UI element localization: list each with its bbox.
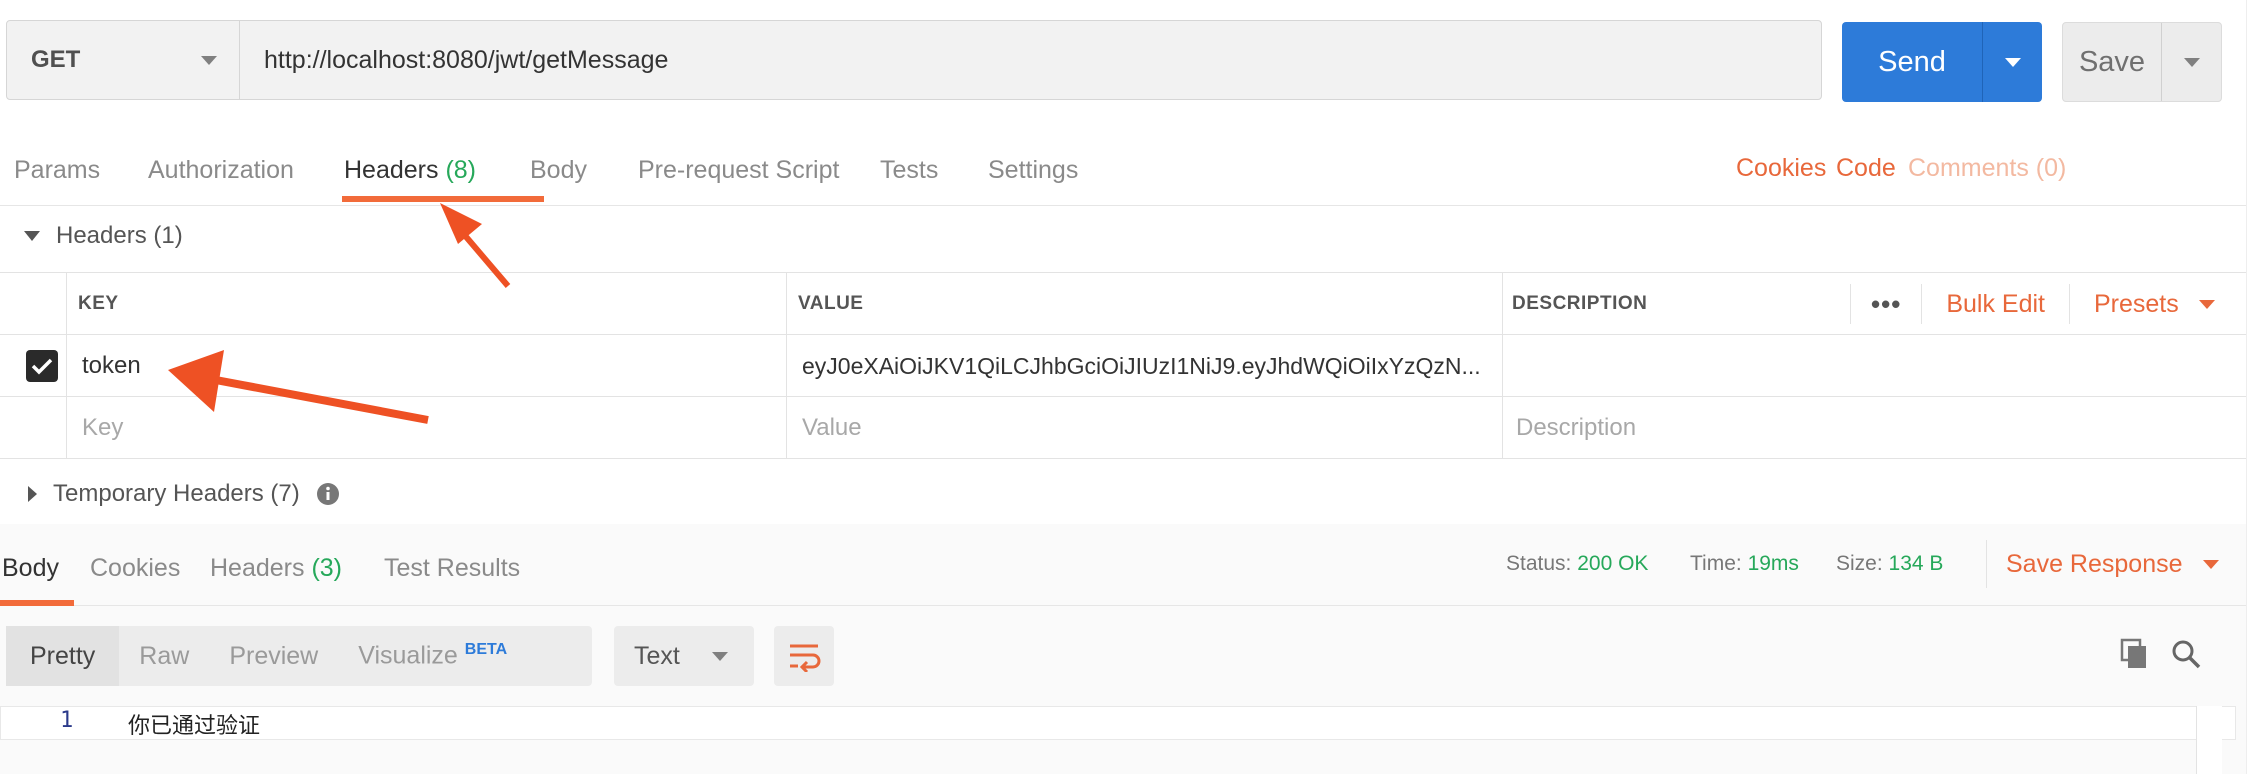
table-row: token eyJ0eXAiOiJKV1QiLCJhbGciOiJIUzI1Ni… [0,335,2250,397]
tab-headers[interactable]: Headers (8) [344,130,476,206]
format-label: Text [634,641,680,670]
header-key-cell[interactable]: token [70,335,141,397]
save-dropdown-button[interactable] [2161,23,2221,101]
chevron-down-icon [712,651,728,661]
column-key: KEY [78,293,119,314]
new-key-input[interactable]: Key [70,397,123,459]
temporary-headers-toggle[interactable]: Temporary Headers (7) [28,480,340,508]
editor-scrollbar[interactable] [2196,706,2222,774]
chevron-down-icon [201,55,217,65]
method-label: GET [31,46,81,73]
tab-label: Settings [988,156,1079,184]
beta-badge: BETA [464,641,508,659]
tab-label: Pre-request Script [638,156,840,184]
tab-label: Headers [344,156,439,184]
new-description-input[interactable]: Description [1504,397,1636,459]
save-response-label: Save Response [2006,550,2183,578]
size-readout: Size: 134 B [1836,552,1944,575]
code-link[interactable]: Code [1836,154,1896,183]
header-enabled-checkbox[interactable] [26,350,58,382]
wrap-lines-icon [790,644,821,672]
response-body-line: 你已通过验证 [128,714,261,739]
tab-authorization[interactable]: Authorization [148,130,294,206]
copy-icon[interactable] [2118,638,2150,670]
view-visualize[interactable]: Visualize BETA [338,641,527,670]
tab-label: Params [14,156,101,184]
method-select[interactable]: GET [7,21,240,99]
cookies-link[interactable]: Cookies [1736,154,1826,183]
table-header-row: KEY VALUE DESCRIPTION ••• Bulk Edit Pres… [0,273,2250,335]
chevron-down-icon [2183,57,2200,67]
view-pretty[interactable]: Pretty [6,626,120,686]
active-tab-indicator [0,600,74,606]
tab-tests[interactable]: Tests [880,130,938,206]
url-input[interactable]: http://localhost:8080/jwt/getMessage [240,21,1821,99]
header-value-cell[interactable]: eyJ0eXAiOiJKV1QiLCJhbGciOiJIUzI1NiJ9.eyJ… [790,335,1490,397]
check-icon [31,358,53,375]
tab-label: Body [530,156,587,184]
tab-response-body[interactable]: Body [2,554,59,583]
view-preview[interactable]: Preview [209,642,338,671]
view-mode-switch: Pretty Raw Preview Visualize BETA [6,626,592,686]
temporary-headers-title: Temporary Headers (7) [53,480,300,507]
tab-settings[interactable]: Settings [988,130,1078,206]
save-button[interactable]: Save [2063,23,2161,101]
column-description: DESCRIPTION [1512,293,1648,314]
search-icon[interactable] [2170,638,2202,670]
window-scrollbar[interactable] [2246,0,2264,774]
headers-section-title: Headers (1) [56,222,183,249]
table-actions: ••• Bulk Edit Presets [1850,273,2239,335]
chevron-down-icon [2198,299,2215,309]
tab-params[interactable]: Params [14,130,100,206]
headers-section-toggle[interactable]: Headers (1) [24,222,183,250]
column-value: VALUE [798,293,864,314]
status-readout: Status: 200 OK [1506,552,1649,575]
tab-pre-request-script[interactable]: Pre-request Script [638,130,839,206]
tab-label: Tests [880,156,939,184]
chevron-down-icon [2202,560,2219,569]
presets-button[interactable]: Presets [2070,290,2239,319]
time-readout: Time: 19ms [1690,552,1799,575]
table-row-empty: Key Value Description [0,397,2250,459]
more-options-icon[interactable]: ••• [1851,289,1921,320]
format-select[interactable]: Text [614,626,754,686]
divider [1986,540,1987,588]
line-number: 1 [60,708,74,733]
tab-count: (3) [311,554,343,582]
save-response-button[interactable]: Save Response [2006,550,2219,579]
caret-down-icon [24,231,40,241]
chevron-down-icon [2004,57,2021,67]
caret-right-icon [28,486,37,502]
header-description-cell[interactable] [1504,335,2244,397]
tab-test-results[interactable]: Test Results [384,554,520,583]
tab-label: Authorization [148,156,294,184]
presets-label: Presets [2093,289,2179,318]
divider [66,272,67,458]
headers-table: KEY VALUE DESCRIPTION ••• Bulk Edit Pres… [0,272,2250,459]
send-button-group: Send [1842,22,2042,102]
tab-body[interactable]: Body [530,130,587,206]
bulk-edit-button[interactable]: Bulk Edit [1922,290,2069,319]
new-value-input[interactable]: Value [790,397,862,459]
save-button-group: Save [2062,22,2222,102]
active-tab-indicator [342,196,544,202]
divider [1502,272,1503,458]
response-body-editor[interactable] [0,706,2236,740]
info-icon[interactable] [316,482,340,506]
wrap-lines-button[interactable] [774,626,834,686]
request-bar: GET http://localhost:8080/jwt/getMessage [6,20,1822,100]
tab-label: Headers [210,554,305,582]
send-button[interactable]: Send [1842,22,1982,102]
visualize-label: Visualize [358,641,458,670]
divider [786,272,787,458]
comments-link[interactable]: Comments (0) [1908,154,2066,183]
tab-response-headers[interactable]: Headers (3) [210,554,342,583]
send-dropdown-button[interactable] [1982,22,2042,102]
tab-response-cookies[interactable]: Cookies [90,554,180,583]
view-raw[interactable]: Raw [119,642,209,671]
tab-count: (8) [445,156,477,184]
